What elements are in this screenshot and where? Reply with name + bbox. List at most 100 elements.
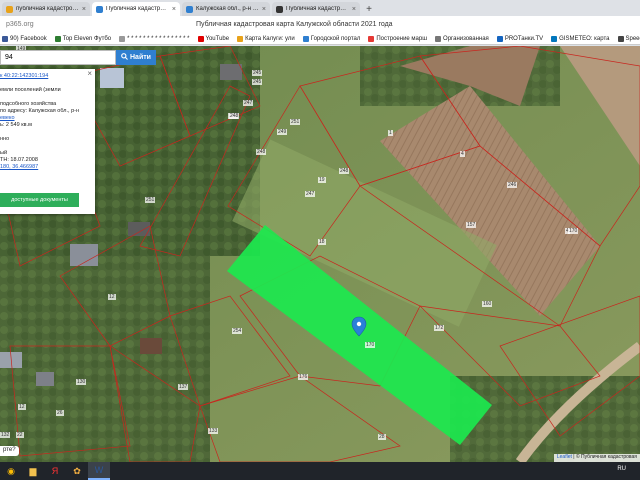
parcel-number-label[interactable]: 247 xyxy=(243,100,254,106)
parcel-number-label[interactable]: 245 xyxy=(252,70,263,76)
bookmark-label: 90) Facebook xyxy=(10,35,47,42)
browser-tab[interactable]: Публичная кадастровая с× xyxy=(272,2,360,16)
attribution-text: | © Публичная кадастровая xyxy=(571,454,637,460)
bookmark-label: Построение марш xyxy=(376,35,428,42)
parcel-number-label[interactable]: 170 xyxy=(365,342,376,348)
cadastral-map[interactable]: 1492452472462452482482492511424624724819… xyxy=(0,46,640,462)
bookmark-item[interactable]: Карта Калуги: ули xyxy=(237,35,295,42)
address-bar[interactable]: p365.org Публичная кадастровая карта Кал… xyxy=(0,16,640,33)
parcel-number-label[interactable]: 1 xyxy=(388,130,393,136)
bookmark-item[interactable]: Top Eleven Футбо xyxy=(54,35,112,42)
bookmark-item[interactable]: Организованная xyxy=(435,35,489,42)
satellite-imagery xyxy=(0,46,640,462)
parcel-number-label[interactable]: 248 xyxy=(256,149,267,155)
bookmark-label: YouTube xyxy=(205,35,230,42)
browser-tab[interactable]: публичная кадастровая к× xyxy=(2,2,90,16)
parcel-number-label[interactable]: 176 xyxy=(298,374,309,380)
parcel-number-label[interactable]: 248 xyxy=(339,168,350,174)
tab-close-icon[interactable]: × xyxy=(82,6,86,13)
info-row[interactable]: евеко xyxy=(0,115,95,122)
new-tab-button[interactable]: + xyxy=(362,2,376,16)
bookmark-favicon-icon xyxy=(551,35,558,42)
parcel-number-label[interactable]: 172 xyxy=(434,325,445,331)
search-icon xyxy=(121,53,128,62)
search-button[interactable]: Найти xyxy=(116,50,156,65)
tab-title: Публичная кадастровая с xyxy=(286,6,349,12)
bookmark-favicon-icon xyxy=(119,35,126,42)
bookmark-item[interactable]: Speed xyxy=(617,35,640,42)
bookmark-item[interactable]: Городской портал xyxy=(302,35,361,42)
available-documents-button[interactable]: доступные документы xyxy=(0,193,79,207)
parcel-number-label[interactable]: 157 xyxy=(466,222,477,228)
parcel-number-label[interactable]: 4 xyxy=(460,151,465,157)
bookmark-item[interactable]: YouTube xyxy=(197,35,230,42)
tab-title: публичная кадастровая к xyxy=(16,6,79,12)
search-button-label: Найти xyxy=(130,54,151,61)
bookmark-favicon-icon xyxy=(617,35,624,42)
bookmark-label: Top Eleven Футбо xyxy=(62,35,112,42)
search-bar: Найти xyxy=(0,50,160,65)
parcel-number-label[interactable]: 137 xyxy=(178,384,189,390)
game-icon[interactable]: ✿ xyxy=(66,462,88,480)
parcel-number-label[interactable]: 133 xyxy=(208,428,219,434)
bookmark-favicon-icon xyxy=(54,35,61,42)
tab-close-icon[interactable]: × xyxy=(262,6,266,13)
parcel-number-label[interactable]: 130 xyxy=(76,379,87,385)
parcel-number-label[interactable]: 18 xyxy=(318,239,326,245)
url-text[interactable]: p365.org xyxy=(6,21,196,28)
bookmark-item[interactable]: 90) Facebook xyxy=(2,35,47,42)
parcel-number-label[interactable]: 249 xyxy=(277,129,288,135)
parcel-number-label[interactable]: 247 xyxy=(305,191,316,197)
info-row xyxy=(0,80,95,87)
tab-close-icon[interactable]: × xyxy=(352,6,356,13)
bookmark-label: Городской портал xyxy=(310,35,361,42)
parcel-number-label[interactable]: 12 xyxy=(108,294,116,300)
info-row: ь: 2 549 кв.м xyxy=(0,122,32,128)
info-row[interactable]: к 40:22:142301:194 xyxy=(0,73,95,80)
bookmark-label: Организованная xyxy=(443,35,489,42)
chrome-icon[interactable]: ◉ xyxy=(0,462,22,480)
parcel-number-label[interactable]: 26 xyxy=(56,410,64,416)
parcel-number-label[interactable]: 12 xyxy=(18,404,26,410)
bookmark-item[interactable]: Построение марш xyxy=(368,35,428,42)
parcel-number-label[interactable]: 254 xyxy=(232,328,243,334)
language-indicator[interactable]: RU xyxy=(617,466,626,472)
parcel-number-label[interactable]: 251 xyxy=(290,119,301,125)
word-icon[interactable]: W xyxy=(88,462,110,480)
bookmarks-bar: 90) Facebook Top Eleven Футбо * * * * * * … xyxy=(0,33,640,45)
leaflet-link[interactable]: Leaflet xyxy=(557,454,572,460)
bookmark-favicon-icon xyxy=(302,35,309,42)
parcel-number-label[interactable]: 246 xyxy=(507,182,518,188)
parcel-number-label[interactable]: 248 xyxy=(229,113,240,119)
bookmark-item[interactable]: * * * * * * * * * * * * * * * * xyxy=(119,35,190,42)
parcel-number-label[interactable]: 19 xyxy=(318,177,326,183)
close-icon[interactable]: × xyxy=(87,70,92,78)
parcel-number-label[interactable]: 132 xyxy=(0,432,11,438)
browser-tab[interactable]: Публичная кадастровая × xyxy=(92,2,180,16)
bookmark-label: Карта Калуги: ули xyxy=(245,35,295,42)
file-explorer-icon[interactable]: ▆ xyxy=(22,462,44,480)
favicon-icon xyxy=(6,5,13,13)
browser-tab[interactable]: Калужская обл., р-н Фер × xyxy=(182,2,270,16)
info-row: по адресу: Калужская обл., р-н xyxy=(0,108,79,114)
yandex-icon[interactable]: Я xyxy=(44,462,66,480)
parcel-number-label[interactable]: 160 xyxy=(482,301,493,307)
bookmark-favicon-icon xyxy=(197,35,204,42)
search-input[interactable] xyxy=(0,50,116,65)
bookmark-label: GISMETEO: карта xyxy=(559,35,610,42)
bookmark-favicon-icon xyxy=(2,35,8,42)
parcel-number-label[interactable]: 245 xyxy=(252,79,263,85)
bookmark-item[interactable]: GISMETEO: карта xyxy=(551,35,610,42)
parcel-number-label[interactable]: 28 xyxy=(378,434,386,440)
info-row xyxy=(0,143,95,150)
tab-title: Калужская обл., р-н Фер xyxy=(196,6,259,12)
bookmark-label: Speed xyxy=(625,35,640,42)
info-row xyxy=(0,94,95,101)
tab-close-icon[interactable]: × xyxy=(172,6,176,13)
parcel-number-label[interactable]: 170 xyxy=(568,228,579,234)
parcel-number-label[interactable]: 22 xyxy=(16,432,24,438)
help-tab[interactable]: рте? xyxy=(0,446,19,456)
bookmark-item[interactable]: PROТанки.TV xyxy=(496,35,543,42)
parcel-number-label[interactable]: 251 xyxy=(145,197,156,203)
info-row[interactable]: 180, 36.466987 xyxy=(0,164,95,171)
